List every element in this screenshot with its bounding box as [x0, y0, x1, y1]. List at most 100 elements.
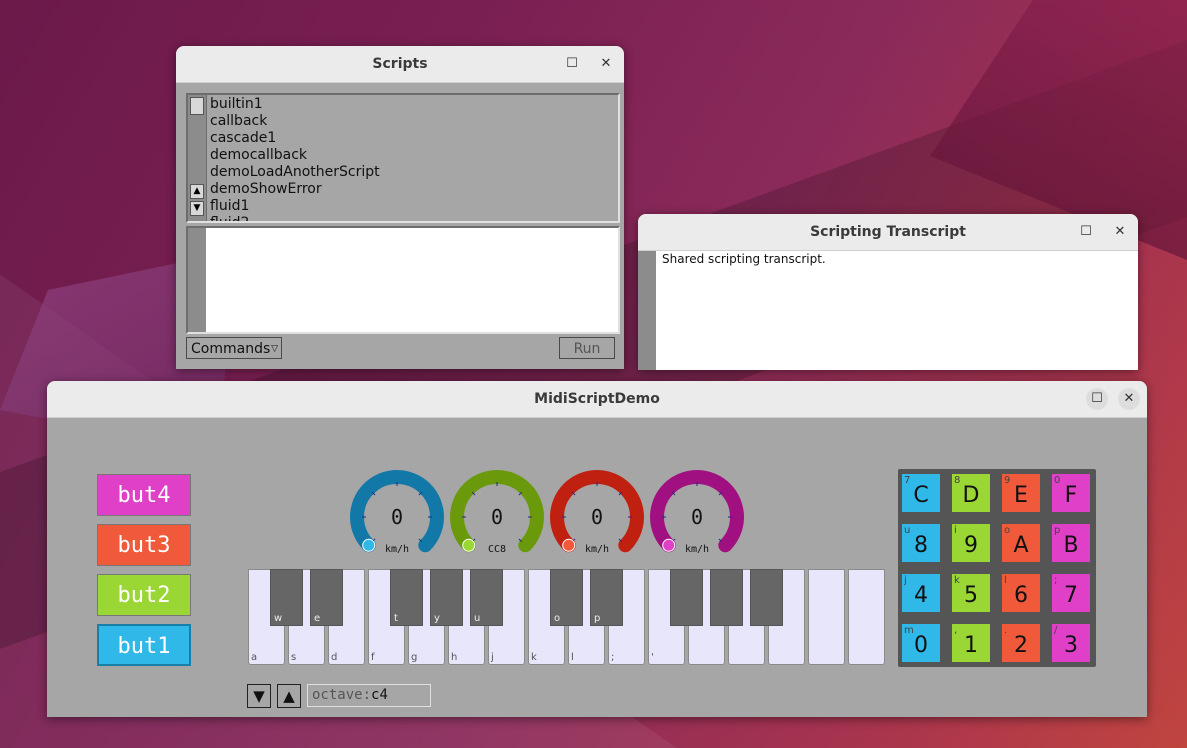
- key-label: u: [474, 613, 481, 624]
- key-label: d: [331, 652, 338, 663]
- maximize-icon[interactable]: ☐: [563, 55, 581, 73]
- list-item[interactable]: builtin1: [210, 96, 380, 113]
- drum-pad[interactable]: .2: [1002, 624, 1040, 662]
- script-editor[interactable]: [186, 226, 620, 334]
- key-label: y: [434, 613, 440, 624]
- key-label: g: [411, 652, 418, 663]
- key-label: s: [291, 652, 297, 663]
- dropdown-arrow-icon: ▽: [271, 344, 278, 354]
- down-triangle-icon[interactable]: ▼: [247, 684, 271, 708]
- scroll-thumb[interactable]: [190, 97, 204, 115]
- drum-pad[interactable]: ,1: [952, 624, 990, 662]
- drum-pad[interactable]: /3: [1052, 624, 1090, 662]
- piano-black-key[interactable]: o: [550, 569, 583, 626]
- piano-black-key[interactable]: p: [590, 569, 623, 626]
- key-label: p: [594, 613, 601, 624]
- scroll-up-icon[interactable]: ▲: [190, 184, 204, 199]
- drum-pad[interactable]: m0: [902, 624, 940, 662]
- drum-pad[interactable]: 8D: [952, 474, 990, 512]
- midi-window: MidiScriptDemo ☐ ✕ but4 but3 but2 but1 0 km/…: [47, 381, 1147, 717]
- list-scrollbar[interactable]: ▲ ▼: [188, 95, 207, 221]
- maximize-icon[interactable]: ☐: [1086, 388, 1108, 410]
- but1-button[interactable]: but1: [97, 624, 191, 666]
- pad-label: 3: [1064, 633, 1078, 658]
- list-item[interactable]: fluid1: [210, 198, 380, 215]
- knob-unit: CC8: [487, 544, 507, 555]
- run-button[interactable]: Run: [559, 337, 615, 359]
- key-label: h: [451, 652, 458, 663]
- drum-pad[interactable]: j4: [902, 574, 940, 612]
- drum-pad[interactable]: pB: [1052, 524, 1090, 562]
- piano-black-key[interactable]: [710, 569, 743, 626]
- octave-field[interactable]: octave:c4: [307, 684, 431, 707]
- list-item[interactable]: democallback: [210, 147, 380, 164]
- knob[interactable]: 0 km/h: [547, 469, 647, 569]
- scripts-titlebar[interactable]: Scripts ☐ ✕: [176, 46, 624, 83]
- drum-pad[interactable]: 7C: [902, 474, 940, 512]
- pad-label: 7: [1064, 583, 1078, 608]
- knob-unit: km/h: [684, 544, 710, 555]
- close-icon[interactable]: ✕: [1111, 223, 1129, 241]
- commands-menu-button[interactable]: Commands ▽: [186, 337, 282, 359]
- midi-titlebar[interactable]: MidiScriptDemo ☐ ✕: [47, 381, 1147, 418]
- pad-label: E: [1014, 483, 1028, 508]
- key-label: ': [651, 652, 654, 663]
- knob-value: 0: [390, 505, 404, 529]
- knob-value: 0: [690, 505, 704, 529]
- close-icon[interactable]: ✕: [597, 55, 615, 73]
- knob[interactable]: 0 km/h: [647, 469, 747, 569]
- pad-label: 1: [964, 633, 978, 658]
- key-label: a: [251, 652, 258, 663]
- close-icon[interactable]: ✕: [1118, 388, 1140, 410]
- pad-label: F: [1064, 483, 1078, 508]
- drum-pad[interactable]: k5: [952, 574, 990, 612]
- window-title: Scripts: [372, 56, 428, 72]
- drum-pad[interactable]: l6: [1002, 574, 1040, 612]
- knob[interactable]: 0 CC8: [447, 469, 547, 569]
- piano-keyboard: a s d f g h j k l; ' w e t y u o p: [248, 569, 885, 667]
- piano-black-key[interactable]: t: [390, 569, 423, 626]
- drum-pad[interactable]: u8: [902, 524, 940, 562]
- transcript-text[interactable]: Shared scripting transcript.: [662, 252, 826, 266]
- pad-label: 6: [1014, 583, 1028, 608]
- piano-white-key[interactable]: [848, 569, 885, 665]
- drum-pad[interactable]: i9: [952, 524, 990, 562]
- knob-unit: km/h: [584, 544, 610, 555]
- list-item[interactable]: cascade1: [210, 130, 380, 147]
- knob[interactable]: 0 km/h: [347, 469, 447, 569]
- piano-black-key[interactable]: w: [270, 569, 303, 626]
- octave-label: octave:: [312, 687, 372, 703]
- list-item[interactable]: demoLoadAnotherScript: [210, 164, 380, 181]
- but3-button[interactable]: but3: [97, 524, 191, 566]
- piano-white-key[interactable]: [808, 569, 845, 665]
- pad-label: D: [962, 483, 980, 508]
- piano-black-key[interactable]: y: [430, 569, 463, 626]
- knob-value: 0: [590, 505, 604, 529]
- drum-pad[interactable]: 0F: [1052, 474, 1090, 512]
- key-label: t: [394, 613, 398, 624]
- pad-label: A: [1013, 533, 1029, 558]
- transcript-titlebar[interactable]: Scripting Transcript ☐ ✕: [638, 214, 1138, 251]
- list-item[interactable]: demoShowError: [210, 181, 380, 198]
- key-label: e: [314, 613, 321, 624]
- but2-button[interactable]: but2: [97, 574, 191, 616]
- drum-pad[interactable]: ; 7: [1052, 574, 1090, 612]
- pad-label: 8: [914, 533, 928, 558]
- pad-label: 0: [914, 633, 928, 658]
- drum-pad[interactable]: 9E: [1002, 474, 1040, 512]
- piano-black-key[interactable]: e: [310, 569, 343, 626]
- up-triangle-icon[interactable]: ▲: [277, 684, 301, 708]
- list-item[interactable]: fluid2: [210, 215, 380, 221]
- scroll-down-icon[interactable]: ▼: [190, 201, 204, 216]
- piano-black-key[interactable]: [670, 569, 703, 626]
- knob-value: 0: [490, 505, 504, 529]
- but4-button[interactable]: but4: [97, 474, 191, 516]
- piano-black-key[interactable]: u: [470, 569, 503, 626]
- piano-black-key[interactable]: [750, 569, 783, 626]
- script-list[interactable]: ▲ ▼ builtin1 callback cascade1 democallback…: [186, 93, 620, 223]
- key-label: l: [571, 652, 574, 663]
- octave-value: c4: [371, 687, 388, 703]
- drum-pad[interactable]: oA: [1002, 524, 1040, 562]
- maximize-icon[interactable]: ☐: [1077, 223, 1095, 241]
- list-item[interactable]: callback: [210, 113, 380, 130]
